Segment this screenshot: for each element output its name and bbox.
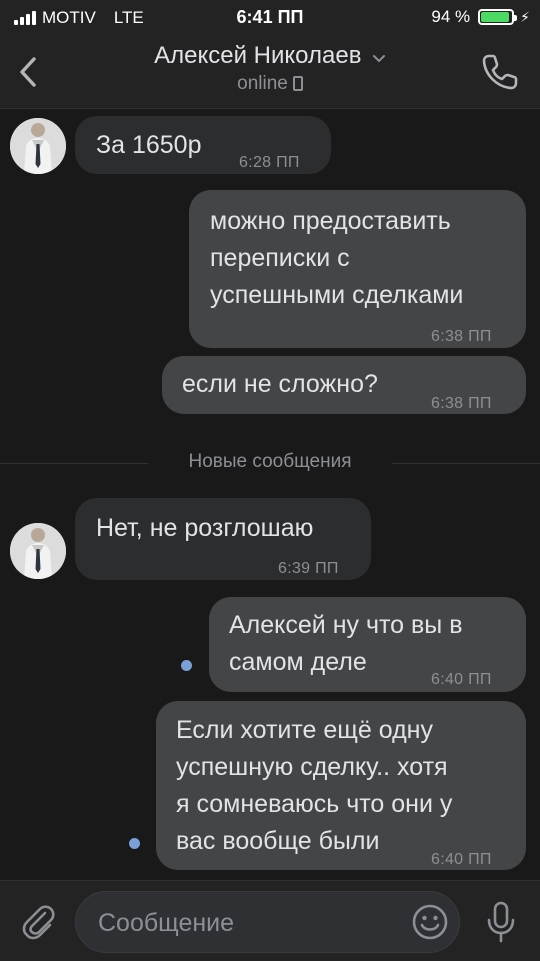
- message-bubble-outgoing[interactable]: Если хотите ещё одну успешную сделку.. х…: [156, 701, 526, 870]
- message-time: 6:38 ПП: [431, 328, 492, 345]
- message-text: можно предоставить переписки с успешными…: [210, 207, 464, 309]
- message-time: 6:28 ПП: [239, 154, 300, 171]
- message-text: Нет, не розглошаю: [96, 514, 314, 542]
- divider-label: Новые сообщения: [188, 451, 352, 472]
- paperclip-icon[interactable]: [18, 901, 58, 941]
- status-bar: MOTIV LTE 6:41 ПП 94 % ⚡: [0, 0, 540, 36]
- message-input[interactable]: [96, 900, 400, 946]
- avatar[interactable]: [10, 118, 66, 174]
- status-right: 94 % ⚡: [431, 7, 530, 27]
- microphone-icon[interactable]: [481, 899, 521, 945]
- avatar[interactable]: [10, 523, 66, 579]
- chat-title-area[interactable]: Алексей Николаев online: [0, 42, 540, 95]
- chat-subtitle: online: [0, 73, 540, 95]
- message-field[interactable]: [75, 891, 460, 953]
- message-list[interactable]: За 1650р 6:28 ПП можно предоставить пере…: [0, 108, 540, 880]
- composer-bar: [0, 880, 540, 961]
- unread-indicator: [181, 660, 192, 671]
- message-bubble-outgoing[interactable]: Алексей ну что вы в самом деле 6:40 ПП: [209, 597, 526, 692]
- phone-icon[interactable]: [478, 50, 522, 94]
- message-text: если не сложно?: [182, 370, 378, 398]
- message-text: За 1650р: [96, 131, 202, 159]
- chevron-down-icon[interactable]: [372, 54, 386, 64]
- online-status: online: [237, 73, 288, 94]
- message-bubble-incoming[interactable]: За 1650р 6:28 ПП: [75, 116, 331, 174]
- battery-percent: 94 %: [431, 7, 471, 26]
- chat-header: Алексей Николаев online: [0, 36, 540, 109]
- chat-title[interactable]: Алексей Николаев: [154, 42, 361, 70]
- message-text: Если хотите ещё одну успешную сделку.. х…: [176, 716, 453, 855]
- new-messages-divider: Новые сообщения: [0, 451, 540, 493]
- mobile-icon: [292, 76, 303, 91]
- message-bubble-outgoing[interactable]: можно предоставить переписки с успешными…: [189, 190, 526, 348]
- smile-icon[interactable]: [411, 903, 449, 941]
- message-bubble-outgoing[interactable]: если не сложно? 6:38 ПП: [162, 356, 526, 414]
- battery-icon: [478, 9, 518, 25]
- message-time: 6:40 ПП: [431, 851, 492, 868]
- message-text: Алексей ну что вы в самом деле: [229, 611, 463, 676]
- message-time: 6:38 ПП: [431, 395, 492, 412]
- charging-icon: ⚡: [520, 8, 530, 25]
- unread-indicator: [129, 838, 140, 849]
- message-time: 6:39 ПП: [278, 560, 339, 577]
- message-bubble-incoming[interactable]: Нет, не розглошаю 6:39 ПП: [75, 498, 371, 580]
- message-time: 6:40 ПП: [431, 671, 492, 688]
